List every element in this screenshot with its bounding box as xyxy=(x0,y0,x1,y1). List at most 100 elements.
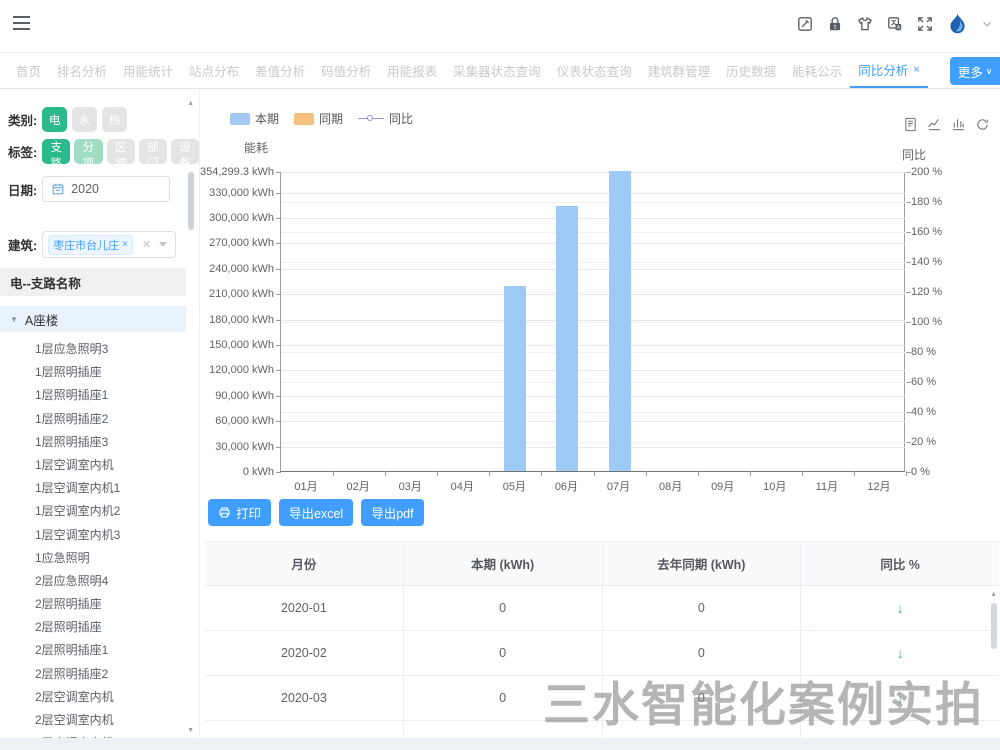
tree-item[interactable]: 2层空调室内机 xyxy=(0,686,186,709)
tab-能耗公示[interactable]: 能耗公示 xyxy=(784,53,850,88)
gridline xyxy=(281,193,905,194)
tab-label: 同比分析 xyxy=(858,60,908,79)
category-button-水[interactable]: 水 xyxy=(72,107,97,132)
category-button-热[interactable]: 热 xyxy=(102,107,127,132)
tree-item[interactable]: 1层照明插座 xyxy=(0,361,186,384)
theme-icon[interactable] xyxy=(856,15,874,33)
tab-首页[interactable]: 首页 xyxy=(8,53,49,88)
tag-close-icon[interactable]: × xyxy=(122,239,128,250)
tag-button-分项[interactable]: 分项 xyxy=(74,139,102,164)
building-select[interactable]: 枣庄市台儿庄 × ✕ xyxy=(42,231,176,258)
tree-item[interactable]: 1层照明插座1 xyxy=(0,384,186,407)
tab-历史数据[interactable]: 历史数据 xyxy=(718,53,784,88)
tab-close-icon[interactable]: × xyxy=(913,64,919,76)
tag-button-设备[interactable]: 设备 xyxy=(171,139,199,164)
gridline xyxy=(281,232,905,233)
tab-站点分布[interactable]: 站点分布 xyxy=(181,53,247,88)
category-button-电[interactable]: 电 xyxy=(42,107,67,132)
tree-item-list: 1层应急照明31层照明插座1层照明插座11层照明插座21层照明插座31层空调室内… xyxy=(0,338,186,750)
tree-item[interactable]: 1层应急照明3 xyxy=(0,338,186,361)
tab-用能报表[interactable]: 用能报表 xyxy=(379,53,445,88)
restore-icon[interactable] xyxy=(975,117,990,132)
y2-tick-label: 80 % xyxy=(911,346,936,358)
date-input[interactable]: 2020 xyxy=(42,176,170,202)
select-clear-icon[interactable]: ✕ xyxy=(142,238,151,251)
scroll-up-icon[interactable]: ▲ xyxy=(187,100,194,107)
tree-node-root[interactable]: ▼ A座楼 xyxy=(0,306,186,332)
axis-tick xyxy=(276,218,281,219)
select-caret-icon[interactable] xyxy=(159,242,167,247)
scroll-up-icon[interactable]: ▲ xyxy=(990,591,997,598)
tree-item[interactable]: 1层空调室内机 xyxy=(0,454,186,477)
tree-item[interactable]: 2层照明插座1 xyxy=(0,639,186,662)
scroll-down-icon[interactable]: ▼ xyxy=(187,727,194,734)
axis-tick xyxy=(276,396,281,397)
tree-item[interactable]: 2层照明插座2 xyxy=(0,663,186,686)
tag-button-区域[interactable]: 区域 xyxy=(107,139,135,164)
hamburger-menu-icon[interactable] xyxy=(13,16,30,34)
y2-tick-label: 40 % xyxy=(911,406,936,418)
tab-采集器状态查询[interactable]: 采集器状态查询 xyxy=(445,53,549,88)
edit-icon[interactable] xyxy=(796,15,814,33)
fullscreen-icon[interactable] xyxy=(916,15,934,33)
language-icon[interactable]: A xyxy=(886,15,904,33)
tree-item[interactable]: 1层空调室内机2 xyxy=(0,500,186,523)
tree-expand-icon[interactable]: ▼ xyxy=(10,315,18,324)
chevron-down-icon[interactable] xyxy=(980,17,994,31)
axis-tick xyxy=(802,471,803,476)
tab-仪表状态查询[interactable]: 仪表状态查询 xyxy=(549,53,640,88)
tab-label: 码值分析 xyxy=(321,61,371,80)
tag-buttons: 支路分项区域部门设备 xyxy=(42,139,199,164)
tab-差值分析[interactable]: 差值分析 xyxy=(247,53,313,88)
tree-item[interactable]: 1层照明插座3 xyxy=(0,431,186,454)
table-scrollbar[interactable] xyxy=(991,603,997,649)
sidebar-scrollbar[interactable] xyxy=(188,172,194,230)
tree-item[interactable]: 2层照明插座 xyxy=(0,593,186,616)
y-tick-label: 150,000 kWh xyxy=(200,339,274,351)
y-tick-label: 240,000 kWh xyxy=(200,263,274,275)
tag-button-部门[interactable]: 部门 xyxy=(139,139,167,164)
tab-同比分析[interactable]: 同比分析 × xyxy=(850,53,927,88)
axis-tick xyxy=(854,471,855,476)
y-tick-label: 270,000 kWh xyxy=(200,237,274,249)
tab-建筑群管理[interactable]: 建筑群管理 xyxy=(640,53,719,88)
axis-tick xyxy=(541,471,542,476)
table-cell: 0 xyxy=(403,586,602,630)
y2-tick-label: 0 % xyxy=(911,466,930,478)
axis-tick xyxy=(906,471,907,476)
lock-icon[interactable] xyxy=(826,15,844,33)
date-row: 日期: 2020 xyxy=(8,176,170,202)
chart-legend: 本期同期同比 xyxy=(230,110,413,127)
tree-item[interactable]: 1层空调室内机1 xyxy=(0,477,186,500)
more-button[interactable]: 更多 ∨ xyxy=(950,57,1000,85)
x-tick-label: 04月 xyxy=(436,478,488,494)
legend-swatch xyxy=(358,114,384,124)
tree-item[interactable]: 2层空调室内机 xyxy=(0,709,186,732)
tree-item[interactable]: 1应急照明 xyxy=(0,547,186,570)
gridline xyxy=(281,202,905,203)
tree-item[interactable]: 1层空调室内机3 xyxy=(0,524,186,547)
bar-chart-icon[interactable] xyxy=(951,117,966,132)
print-button[interactable]: 打印 xyxy=(208,499,271,526)
tab-码值分析[interactable]: 码值分析 xyxy=(313,53,379,88)
tab-排名分析[interactable]: 排名分析 xyxy=(49,53,115,88)
brand-logo[interactable] xyxy=(946,12,968,36)
legend-item-同比[interactable]: 同比 xyxy=(358,110,413,127)
data-view-icon[interactable] xyxy=(903,117,918,132)
export-pdf-button[interactable]: 导出pdf xyxy=(361,499,423,526)
tab-bar: 首页排名分析用能统计站点分布差值分析码值分析用能报表采集器状态查询仪表状态查询建… xyxy=(0,53,1000,89)
line-chart-icon[interactable] xyxy=(927,117,942,132)
tree-item[interactable]: 1层照明插座2 xyxy=(0,408,186,431)
table-cell: 0 xyxy=(602,586,801,630)
column-header: 月份 xyxy=(205,542,403,585)
trend-down-icon: ↓ xyxy=(800,586,999,630)
y2-tick-label: 140 % xyxy=(911,256,942,268)
export-excel-button[interactable]: 导出excel xyxy=(279,499,353,526)
legend-item-本期[interactable]: 本期 xyxy=(230,110,279,127)
legend-item-同期[interactable]: 同期 xyxy=(294,110,343,127)
y2-tick-label: 120 % xyxy=(911,286,942,298)
tab-用能统计[interactable]: 用能统计 xyxy=(115,53,181,88)
tag-button-支路[interactable]: 支路 xyxy=(42,139,70,164)
tree-item[interactable]: 2层应急照明4 xyxy=(0,570,186,593)
tree-item[interactable]: 2层照明插座 xyxy=(0,616,186,639)
